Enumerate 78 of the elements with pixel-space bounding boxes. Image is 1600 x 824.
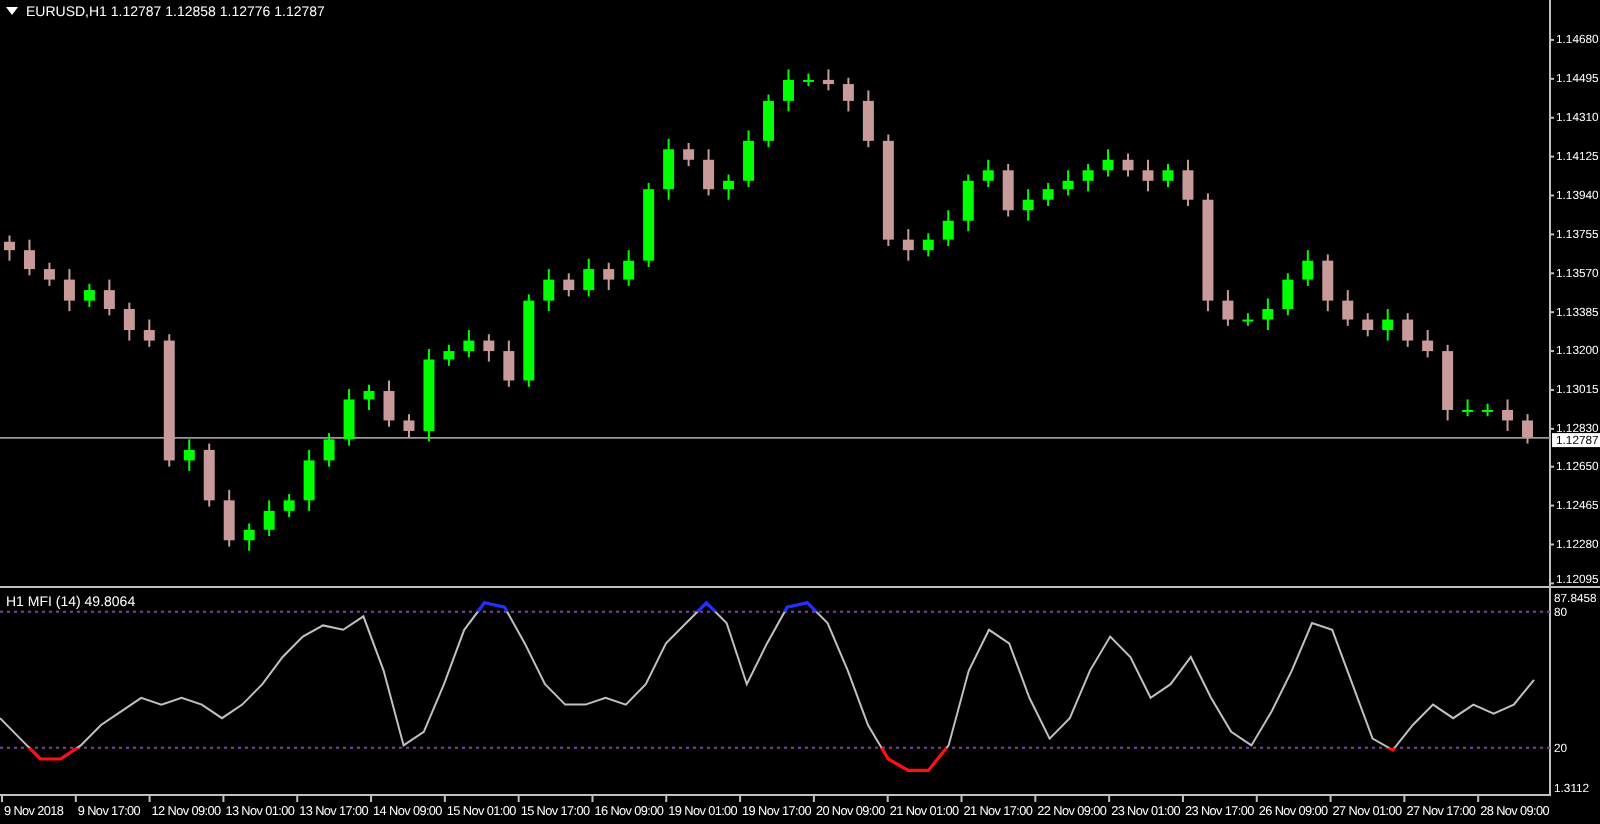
candlestick [1062,169,1074,197]
candlestick [123,301,135,342]
candlestick [623,249,635,287]
candlestick [922,232,934,258]
candlestick [423,347,435,443]
candlestick [882,133,894,247]
candlestick [523,293,535,388]
candlestick [763,93,774,149]
candlestick [902,228,914,262]
candlestick [43,261,55,287]
candlestick [4,234,15,262]
candlestick [783,68,794,113]
candlestick [283,493,295,519]
candlestick [63,268,75,313]
candlestick [1502,398,1514,432]
candlestick [683,141,695,168]
candlestick [1262,297,1274,332]
candlestick [1222,289,1234,327]
candlestick [962,173,974,233]
candlestick [483,333,495,363]
candlestick [842,76,854,113]
candlestick [23,238,35,277]
candlestick [1102,148,1114,178]
candlestick [263,499,275,538]
candlestick [703,148,715,197]
candlestick [183,438,195,472]
candlestick [1422,329,1434,359]
candlestick [743,129,754,189]
candlestick [663,137,675,201]
candlestick [1242,312,1254,327]
candlestick [403,413,415,439]
candlestick [323,432,335,468]
candlestick [1082,163,1094,193]
candlestick [503,339,515,388]
candlestick [1442,343,1454,422]
candlestick [1182,158,1194,207]
candlestick [463,329,475,359]
candlestick [822,68,834,92]
candlestick [1362,312,1374,338]
candlestick [982,158,994,189]
candlestick [603,261,615,292]
candlestick [243,522,255,552]
candlestick [203,442,215,508]
candlestick [1302,249,1314,287]
candlestick [723,173,735,201]
candlestick [583,257,595,298]
dropdown-triangle-icon[interactable] [6,7,18,15]
candlestick [303,448,315,512]
candlestick [1162,163,1174,189]
candlestick [1462,398,1474,418]
candlestick [1282,272,1294,317]
candlestick [1142,158,1154,193]
candlestick [1202,192,1214,313]
candlestick [1402,312,1414,348]
candlestick [563,272,575,298]
candlestick [1122,152,1134,178]
candlestick [862,89,874,149]
candlestick [1382,308,1394,342]
candlestick [163,333,175,468]
candlestick [1522,413,1533,445]
candlestick [1342,289,1354,327]
candlestick [942,209,954,247]
candlestick [1322,253,1334,313]
candlestick [383,379,395,428]
candlestick [1482,402,1494,418]
candlestick [223,488,235,548]
candlestick [1002,163,1014,218]
candlestick [443,343,455,367]
candlestick [643,181,655,268]
candlestick [343,387,355,447]
candlestick [83,282,95,308]
candlestick [802,72,814,88]
candlestick [143,318,155,348]
candlestick [1042,181,1054,207]
candlestick [543,268,555,313]
candlestick [1022,188,1034,222]
candlestick [363,383,375,411]
candlestick [103,278,115,317]
